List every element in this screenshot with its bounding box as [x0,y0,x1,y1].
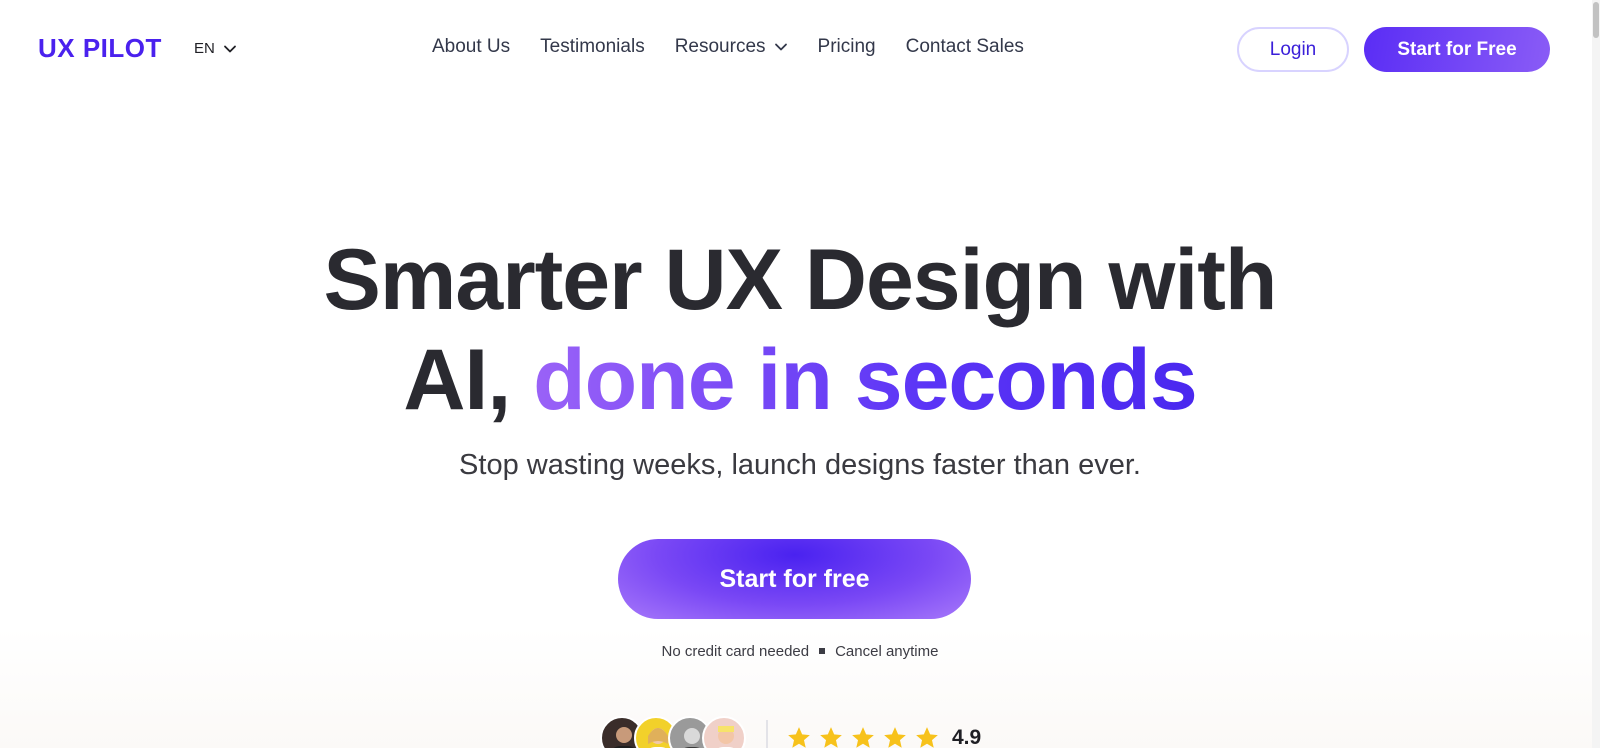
rating-value: 4.9 [952,726,982,748]
hero-title-line-2: AI, done in seconds [0,330,1600,430]
hero-cta-button[interactable]: Start for free [618,539,971,619]
scrollbar-thumb[interactable] [1593,2,1599,38]
hero-title-plain: AI, [403,332,534,428]
chevron-down-icon [774,43,787,51]
main-nav: About Us Testimonials Resources Pricing … [432,36,1054,58]
hero-subtitle: Stop wasting weeks, launch designs faste… [459,449,1141,481]
page-scrollbar[interactable] [1592,0,1600,748]
social-proof: 4.9 [600,716,981,748]
nav-item-about-us[interactable]: About Us [432,36,510,58]
nav-label: Contact Sales [905,36,1024,57]
star-icon [852,727,874,748]
site-header: UX PILOT EN About Us Testimonials Resour… [0,0,1600,100]
nav-item-pricing[interactable]: Pricing [818,36,876,58]
star-icon [820,727,842,748]
nav-item-resources[interactable]: Resources [675,36,788,58]
nav-label: Testimonials [540,36,645,57]
logo[interactable]: UX PILOT [38,33,162,64]
start-for-free-button[interactable]: Start for Free [1364,27,1550,72]
cta-notes: No credit card needed Cancel anytime [0,643,1600,660]
star-icon [916,727,938,748]
language-label: EN [194,40,215,57]
separator-dot [819,648,826,655]
star-icon [884,727,906,748]
nav-label: About Us [432,36,511,57]
login-button[interactable]: Login [1237,27,1349,72]
hero-title-line-1: Smarter UX Design with [323,232,1278,328]
nav-item-testimonials[interactable]: Testimonials [540,36,645,58]
hero-title-accent: done in seconds [533,332,1198,428]
divider [766,720,768,748]
avatar-group [600,716,746,748]
star-icon [788,727,810,748]
nav-label: Resources [674,36,766,57]
language-selector[interactable]: EN [194,40,237,57]
avatar [702,716,746,748]
cancel-anytime-note: Cancel anytime [835,643,939,660]
no-credit-card-note: No credit card needed [661,643,810,660]
nav-item-contact-sales[interactable]: Contact Sales [906,36,1024,58]
nav-label: Pricing [817,36,876,57]
chevron-down-icon [223,45,236,52]
rating-stars [786,725,940,748]
